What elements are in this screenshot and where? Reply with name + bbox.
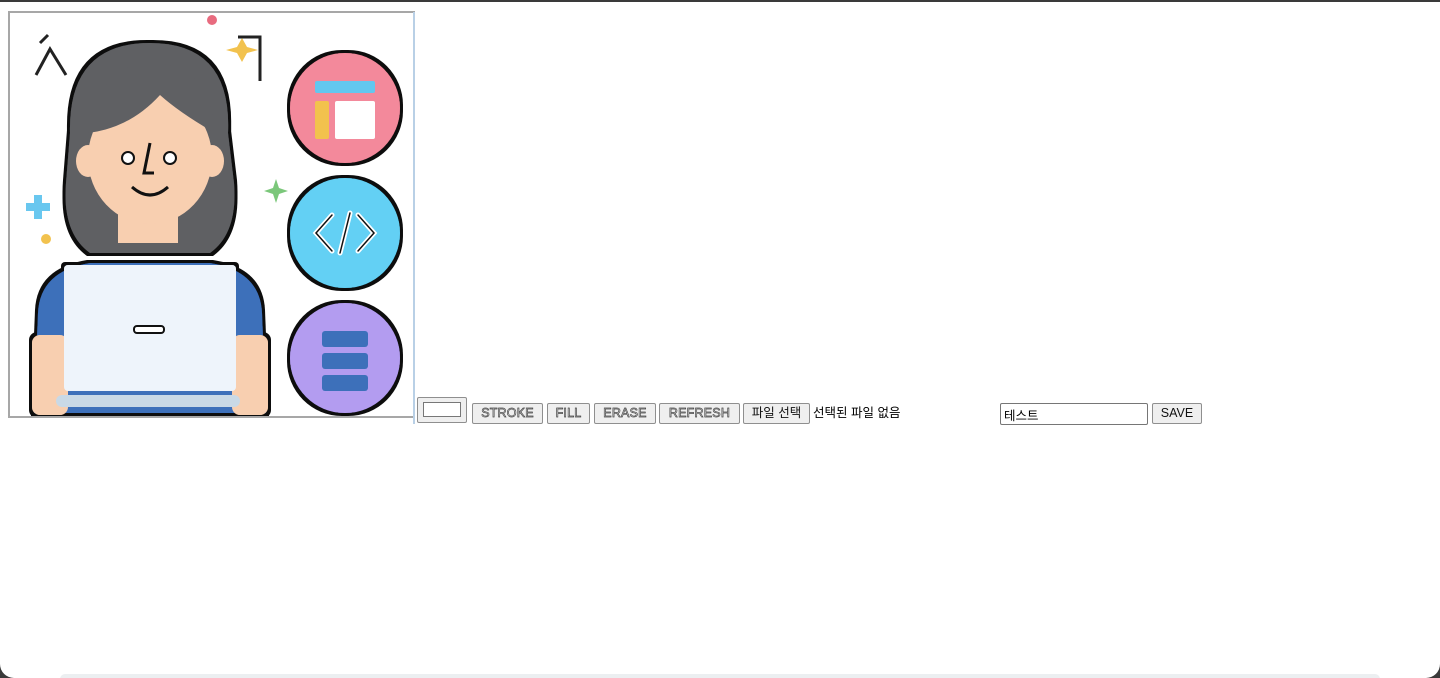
woman-with-laptop-illustration <box>26 15 400 415</box>
refresh-button[interactable]: REFRESH <box>659 403 740 424</box>
scribble-decoration <box>34 33 68 76</box>
save-button[interactable]: SAVE <box>1152 403 1202 424</box>
erase-button[interactable]: ERASE <box>594 403 656 424</box>
bottom-scroll-strip <box>60 674 1380 678</box>
fill-button[interactable]: FILL <box>547 403 590 424</box>
dot-decoration <box>207 15 217 25</box>
drawing-canvas[interactable] <box>8 11 415 418</box>
file-select-button[interactable]: 파일 선택 <box>743 403 810 424</box>
color-picker[interactable] <box>417 397 467 423</box>
color-swatch <box>423 402 461 417</box>
plus-decoration <box>26 195 50 219</box>
page: STROKE FILL ERASE REFRESH 파일 선택 선택된 파일 없… <box>0 2 1440 678</box>
sparkle-decoration <box>264 179 288 203</box>
sparkle-decoration <box>226 38 258 62</box>
canvas-resize-edge <box>413 12 415 424</box>
stroke-button[interactable]: STROKE <box>472 403 543 424</box>
file-status-text: 선택된 파일 없음 <box>813 406 901 420</box>
layout-icon <box>290 53 400 163</box>
dot-decoration <box>41 234 51 244</box>
text-input[interactable] <box>1000 403 1148 425</box>
database-icon <box>290 303 400 413</box>
